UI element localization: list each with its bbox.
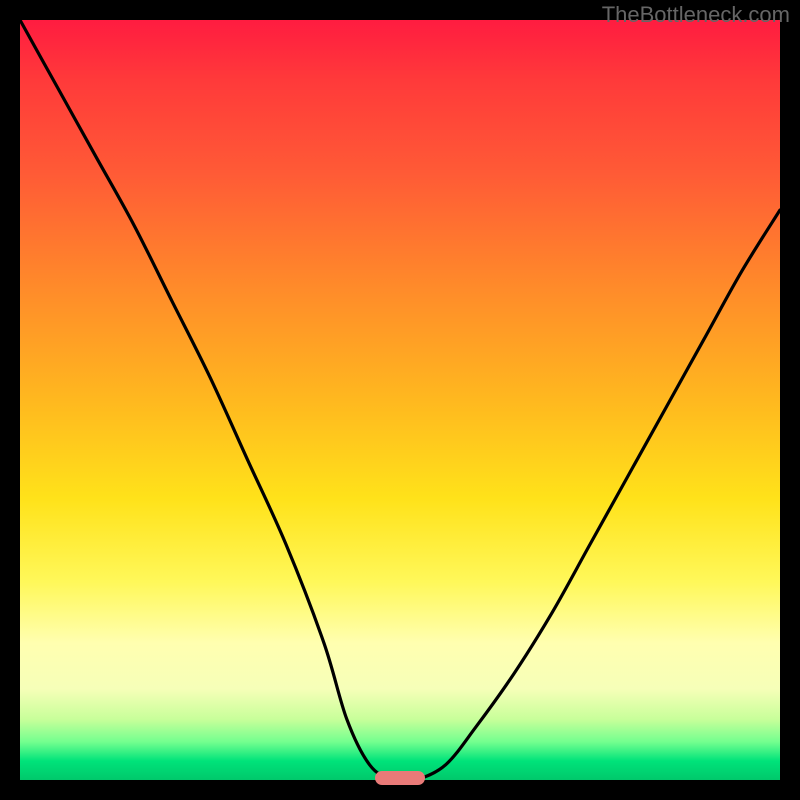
watermark-text: TheBottleneck.com (602, 2, 790, 28)
plot-area (20, 20, 780, 780)
bottleneck-curve (20, 20, 780, 780)
minimum-marker (375, 771, 425, 785)
chart-frame: TheBottleneck.com (0, 0, 800, 800)
